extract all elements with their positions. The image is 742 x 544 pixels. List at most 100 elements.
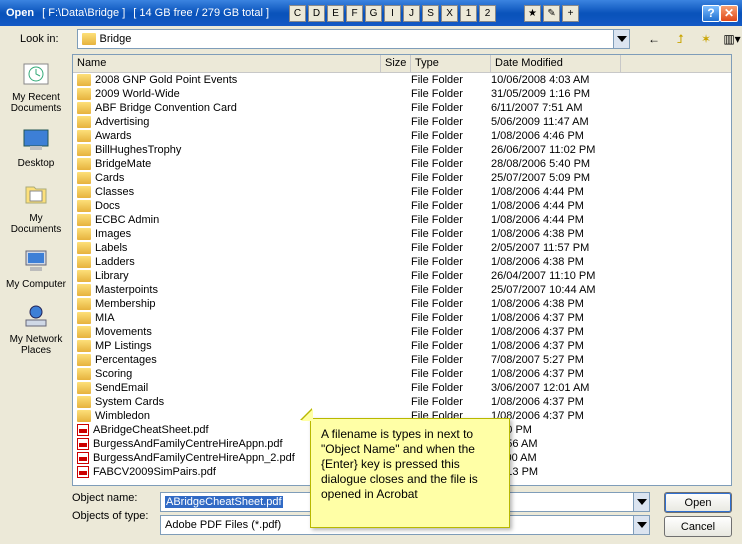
file-date: 25/07/2007 10:44 AM [491, 284, 621, 296]
place-mycomputer[interactable]: My Computer [6, 245, 66, 290]
place-network[interactable]: My Network Places [6, 300, 66, 356]
toolbar-extra-button-2[interactable]: + [562, 5, 579, 22]
lookin-dropdown[interactable]: Bridge [77, 29, 630, 49]
file-name: Docs [95, 200, 120, 212]
file-name: Cards [95, 172, 124, 184]
file-type: File Folder [411, 158, 491, 170]
col-size[interactable]: Size [381, 55, 411, 72]
folder-icon [77, 256, 91, 268]
mydocs-icon [20, 179, 52, 211]
table-row[interactable]: CardsFile Folder25/07/2007 5:09 PM [73, 171, 731, 185]
table-row[interactable]: MIAFile Folder1/08/2006 4:37 PM [73, 311, 731, 325]
table-row[interactable]: MasterpointsFile Folder25/07/2007 10:44 … [73, 283, 731, 297]
place-label: My Network Places [6, 334, 66, 356]
table-row[interactable]: MP ListingsFile Folder1/08/2006 4:37 PM [73, 339, 731, 353]
table-row[interactable]: BridgeMate File Folder28/08/2006 5:40 PM [73, 157, 731, 171]
chevron-down-icon[interactable] [633, 516, 649, 534]
file-type: File Folder [411, 102, 491, 114]
folder-icon [77, 116, 91, 128]
file-name: BridgeMate [95, 158, 151, 170]
cancel-button[interactable]: Cancel [664, 516, 732, 537]
drive-button-c[interactable]: C [289, 5, 306, 22]
folder-icon [77, 354, 91, 366]
folder-icon [77, 312, 91, 324]
file-date: 10:56 AM [491, 438, 621, 450]
file-date: 28/08/2006 5:40 PM [491, 158, 621, 170]
table-row[interactable]: LabelsFile Folder2/05/2007 11:57 PM [73, 241, 731, 255]
toolbar-extra-button-0[interactable]: ★ [524, 5, 541, 22]
table-row[interactable]: AwardsFile Folder1/08/2006 4:46 PM [73, 129, 731, 143]
drive-button-j[interactable]: J [403, 5, 420, 22]
drive-button-d[interactable]: D [308, 5, 325, 22]
pdf-icon [77, 424, 89, 436]
table-row[interactable]: MovementsFile Folder1/08/2006 4:37 PM [73, 325, 731, 339]
lookin-value: Bridge [100, 33, 613, 45]
file-type: File Folder [411, 144, 491, 156]
folder-icon [77, 382, 91, 394]
table-row[interactable]: 2009 World-WideFile Folder31/05/2009 1:1… [73, 87, 731, 101]
table-row[interactable]: LaddersFile Folder1/08/2006 4:38 PM [73, 255, 731, 269]
file-name: BillHughesTrophy [95, 144, 181, 156]
folder-icon [77, 284, 91, 296]
drive-button-1[interactable]: 1 [460, 5, 477, 22]
drive-button-s[interactable]: S [422, 5, 439, 22]
drive-button-group: CDEFGIJSX12 [289, 5, 496, 22]
file-name: Membership [95, 298, 156, 310]
col-type[interactable]: Type [411, 55, 491, 72]
place-recent[interactable]: My Recent Documents [6, 58, 66, 114]
views-icon[interactable]: ▥▾ [722, 29, 742, 49]
chevron-down-icon[interactable] [633, 493, 649, 511]
drive-button-x[interactable]: X [441, 5, 458, 22]
table-row[interactable]: DocsFile Folder1/08/2006 4:44 PM [73, 199, 731, 213]
close-button[interactable]: ✕ [720, 5, 738, 22]
open-button[interactable]: Open [664, 492, 732, 513]
object-name-label: Object name: [72, 492, 152, 504]
col-name[interactable]: Name [73, 55, 381, 72]
file-date: 8:30 PM [491, 424, 621, 436]
table-row[interactable]: BillHughesTrophyFile Folder26/06/2007 11… [73, 143, 731, 157]
help-button[interactable]: ? [702, 5, 720, 22]
file-name: Images [95, 228, 131, 240]
new-folder-icon[interactable]: ✶ [696, 29, 716, 49]
table-row[interactable]: 2008 GNP Gold Point EventsFile Folder10/… [73, 73, 731, 87]
table-row[interactable]: ABF Bridge Convention CardFile Folder6/1… [73, 101, 731, 115]
file-name: Library [95, 270, 129, 282]
folder-icon [77, 130, 91, 142]
table-row[interactable]: ClassesFile Folder1/08/2006 4:44 PM [73, 185, 731, 199]
folder-icon [77, 298, 91, 310]
table-row[interactable]: System CardsFile Folder1/08/2006 4:37 PM [73, 395, 731, 409]
up-one-level-icon[interactable]: ⮥ [670, 29, 690, 49]
table-row[interactable]: ECBC AdminFile Folder1/08/2006 4:44 PM [73, 213, 731, 227]
table-row[interactable]: LibraryFile Folder26/04/2007 11:10 PM [73, 269, 731, 283]
drive-button-g[interactable]: G [365, 5, 382, 22]
history-button-group: ★✎+ [524, 5, 579, 22]
drive-button-2[interactable]: 2 [479, 5, 496, 22]
drive-button-i[interactable]: I [384, 5, 401, 22]
table-row[interactable]: AdvertisingFile Folder5/06/2009 11:47 AM [73, 115, 731, 129]
title-path: [ F:\Data\Bridge ] [42, 7, 125, 19]
pdf-icon [77, 466, 89, 478]
file-type: File Folder [411, 186, 491, 198]
toolbar-extra-button-1[interactable]: ✎ [543, 5, 560, 22]
back-button[interactable]: ← [644, 29, 664, 49]
drive-button-f[interactable]: F [346, 5, 363, 22]
file-name: Awards [95, 130, 131, 142]
file-name: ABridgeCheatSheet.pdf [93, 424, 209, 436]
chevron-down-icon[interactable] [613, 30, 629, 48]
table-row[interactable]: ScoringFile Folder1/08/2006 4:37 PM [73, 367, 731, 381]
drive-button-e[interactable]: E [327, 5, 344, 22]
col-date[interactable]: Date Modified [491, 55, 621, 72]
place-desktop[interactable]: Desktop [6, 124, 66, 169]
file-date: 1/08/2006 4:37 PM [491, 368, 621, 380]
file-name: Ladders [95, 256, 135, 268]
file-date: 31/05/2009 1:16 PM [491, 88, 621, 100]
table-row[interactable]: SendEmailFile Folder3/06/2007 12:01 AM [73, 381, 731, 395]
place-mydocs[interactable]: My Documents [6, 179, 66, 235]
folder-icon [77, 228, 91, 240]
file-name: ABF Bridge Convention Card [95, 102, 237, 114]
table-row[interactable]: MembershipFile Folder1/08/2006 4:38 PM [73, 297, 731, 311]
table-row[interactable]: ImagesFile Folder1/08/2006 4:38 PM [73, 227, 731, 241]
object-name-value[interactable]: ABridgeCheatSheet.pdf [165, 496, 283, 508]
file-type: File Folder [411, 116, 491, 128]
table-row[interactable]: PercentagesFile Folder7/08/2007 5:27 PM [73, 353, 731, 367]
